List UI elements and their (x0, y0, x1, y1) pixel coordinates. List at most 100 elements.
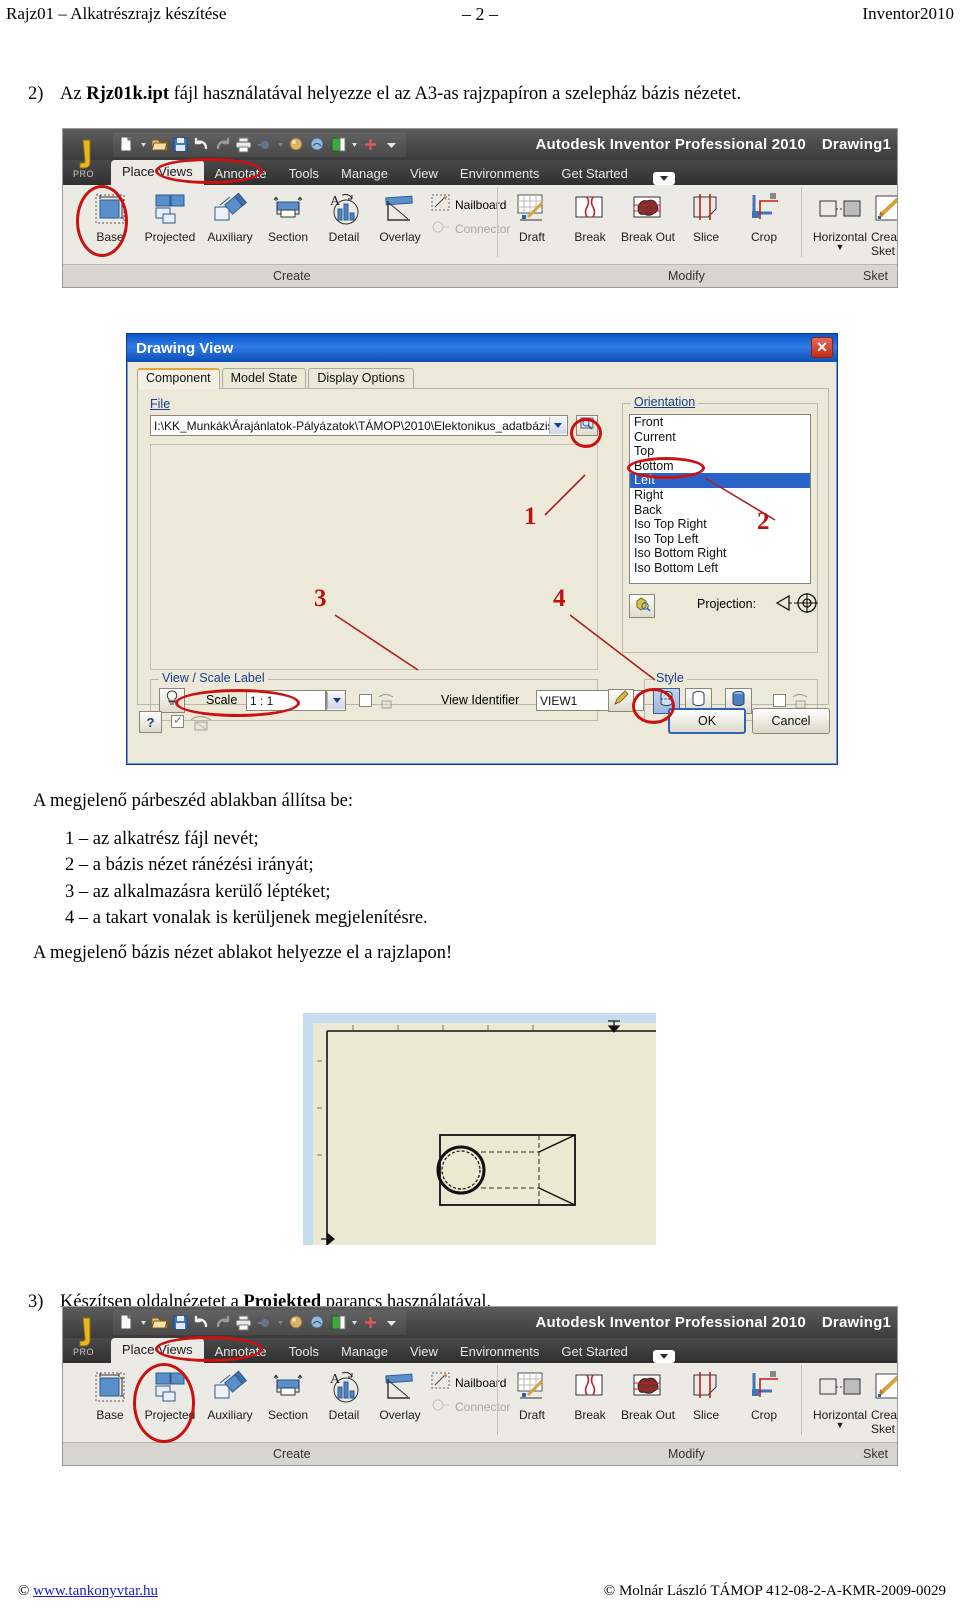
new-dropdown-icon[interactable] (140, 1314, 147, 1331)
orientation-item-top[interactable]: Top (630, 444, 810, 459)
ok-button[interactable]: OK (668, 708, 746, 734)
ribbon-tab-strip-2[interactable]: Place Views Annotate Tools Manage View E… (63, 1338, 897, 1363)
color-box-icon[interactable] (330, 136, 347, 153)
ribbon-button-break-out-2[interactable]: Break Out (619, 1366, 677, 1422)
browse-file-button[interactable] (576, 415, 598, 436)
color-box-icon[interactable] (330, 1314, 347, 1331)
tab-annotate-2[interactable]: Annotate (204, 1341, 278, 1363)
ribbon-button-overlay[interactable]: Overlay (371, 188, 429, 244)
orientation-item-iso-bottom-right[interactable]: Iso Bottom Right (630, 546, 810, 561)
ribbon-minimize-dropdown-icon-2[interactable] (652, 1350, 675, 1363)
cancel-button[interactable]: Cancel (752, 708, 830, 734)
raster-view-checkbox[interactable] (171, 713, 184, 728)
ribbon-button-create-sketch[interactable]: Crea Sket (871, 188, 897, 258)
print-icon[interactable] (235, 136, 252, 153)
ribbon-button-break-out[interactable]: Break Out (619, 188, 677, 244)
ribbon-button-base[interactable]: Base (81, 188, 139, 244)
ribbon-button-draft[interactable]: Draft (503, 188, 561, 244)
save-icon[interactable] (172, 1314, 189, 1331)
style-from-base-checkbox[interactable] (773, 694, 786, 707)
file-path-input[interactable]: I:\KK_Munkák\Árajánlatok-Pályázatok\TÁMO… (150, 415, 568, 436)
ribbon-button-horizontal-2[interactable]: Horizontal ▼ (805, 1366, 875, 1430)
ribbon-button-auxiliary[interactable]: Auxiliary (201, 188, 259, 244)
orientation-item-front[interactable]: Front (630, 415, 810, 430)
tab-tools-2[interactable]: Tools (278, 1341, 330, 1363)
ribbon-button-slice-2[interactable]: Slice (677, 1366, 735, 1422)
ribbon-button-horizontal[interactable]: Horizontal ▼ (805, 188, 875, 252)
horizontal-dropdown-icon[interactable]: ▼ (805, 243, 875, 252)
scale-input[interactable]: 1 : 1 (246, 690, 326, 711)
ribbon-button-create-sketch-2[interactable]: Crea Sket (871, 1366, 897, 1436)
open-folder-icon[interactable] (151, 1314, 168, 1331)
new-file-icon[interactable] (119, 135, 136, 153)
ribbon-tab-strip[interactable]: Place Views Annotate Tools Manage View E… (63, 160, 897, 185)
orientation-item-left[interactable]: Left (630, 473, 810, 488)
ribbon-button-slice[interactable]: Slice (677, 188, 735, 244)
color-dropdown-icon[interactable] (351, 1314, 358, 1331)
orientation-item-right[interactable]: Right (630, 488, 810, 503)
scale-dropdown-icon[interactable] (327, 692, 345, 709)
ribbon-button-projected[interactable]: Projected (141, 188, 199, 244)
appearance-icon[interactable] (309, 1314, 326, 1331)
close-icon[interactable]: ✕ (811, 337, 833, 358)
ribbon-button-nailboard-2[interactable]: Nailboard (431, 1372, 506, 1393)
tab-place-views-2[interactable]: Place Views (111, 1338, 204, 1363)
ribbon-button-overlay-2[interactable]: Overlay (371, 1366, 429, 1422)
tab-environments[interactable]: Environments (449, 163, 550, 185)
ribbon-button-section[interactable]: Section (259, 188, 317, 244)
new-file-icon[interactable] (119, 1313, 136, 1331)
scale-style-icon[interactable] (377, 691, 397, 716)
toggle-visibility-button[interactable] (159, 688, 185, 713)
dialog-tab-model-state[interactable]: Model State (221, 368, 307, 389)
ribbon-button-crop[interactable]: Crop (735, 188, 793, 244)
dialog-tab-display-options[interactable]: Display Options (308, 368, 414, 389)
help-button[interactable]: ? (139, 711, 162, 733)
ribbon-button-base-2[interactable]: Base (81, 1366, 139, 1422)
dialog-tab-component[interactable]: Component (137, 368, 220, 389)
appearance-icon[interactable] (309, 136, 326, 153)
print-icon[interactable] (235, 1314, 252, 1331)
tab-manage-2[interactable]: Manage (330, 1341, 399, 1363)
orientation-item-bottom[interactable]: Bottom (630, 459, 810, 474)
ribbon-button-break[interactable]: Break (561, 188, 619, 244)
qat-dropdown-icon[interactable] (383, 1314, 400, 1331)
orientation-item-iso-top-right[interactable]: Iso Top Right (630, 517, 810, 532)
orientation-item-current[interactable]: Current (630, 430, 810, 445)
tab-view-2[interactable]: View (399, 1341, 449, 1363)
file-path-dropdown-icon[interactable] (549, 417, 566, 434)
tab-place-views[interactable]: Place Views (111, 160, 204, 185)
tab-view[interactable]: View (399, 163, 449, 185)
ribbon-button-detail-2[interactable]: A Detail (315, 1366, 373, 1422)
ribbon-button-crop-2[interactable]: Crop (735, 1366, 793, 1422)
ribbon-button-break-2[interactable]: Break (561, 1366, 619, 1422)
material-icon[interactable] (288, 136, 305, 153)
qat-dropdown-icon[interactable] (383, 136, 400, 153)
orientation-item-iso-bottom-left[interactable]: Iso Bottom Left (630, 561, 810, 576)
redo-icon[interactable] (214, 1314, 231, 1331)
tab-environments-2[interactable]: Environments (449, 1341, 550, 1363)
footer-link[interactable]: www.tankonyvtar.hu (33, 1583, 158, 1599)
open-folder-icon[interactable] (151, 136, 168, 153)
ribbon-button-projected-2[interactable]: Projected (141, 1366, 199, 1422)
tab-tools[interactable]: Tools (278, 163, 330, 185)
ribbon-button-section-2[interactable]: Section (259, 1366, 317, 1422)
new-dropdown-icon[interactable] (140, 136, 147, 153)
ribbon-button-auxiliary-2[interactable]: Auxiliary (201, 1366, 259, 1422)
tab-get-started[interactable]: Get Started (550, 163, 638, 185)
ribbon-minimize-dropdown-icon[interactable] (652, 172, 675, 185)
ribbon-button-detail[interactable]: A Detail (315, 188, 373, 244)
edit-identifier-button[interactable] (608, 689, 634, 712)
undo-icon[interactable] (193, 1314, 210, 1331)
horizontal-dropdown-icon-2[interactable]: ▼ (805, 1421, 875, 1430)
dialog-tab-strip[interactable]: Component Model State Display Options (137, 368, 414, 389)
orientation-item-iso-top-left[interactable]: Iso Top Left (630, 532, 810, 547)
tab-get-started-2[interactable]: Get Started (550, 1341, 638, 1363)
ribbon-button-draft-2[interactable]: Draft (503, 1366, 561, 1422)
material-icon[interactable] (288, 1314, 305, 1331)
orientation-item-back[interactable]: Back (630, 503, 810, 518)
scale-visibility-checkbox[interactable] (359, 694, 372, 707)
quick-access-toolbar-2[interactable] (113, 1310, 406, 1335)
add-plus-icon[interactable] (362, 1314, 379, 1331)
scale-dropdown-button[interactable] (326, 690, 346, 711)
tab-annotate[interactable]: Annotate (204, 163, 278, 185)
